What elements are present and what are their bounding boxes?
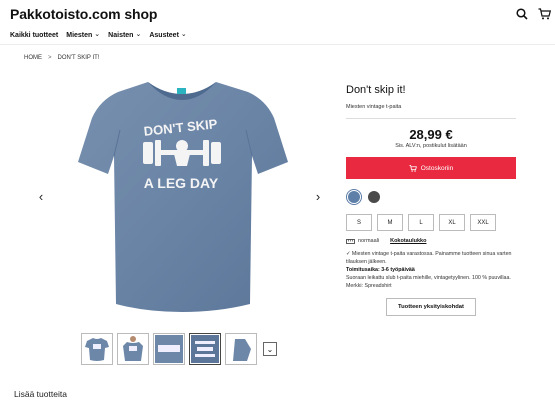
breadcrumb-current: DON'T SKIP IT! — [57, 55, 100, 61]
size-chart-link[interactable]: Kokotaulukko — [390, 238, 426, 244]
breadcrumb-separator: > — [48, 55, 52, 61]
breadcrumb-home[interactable]: HOME — [24, 55, 42, 61]
thumbnail-strip: ⌄ — [81, 333, 277, 365]
size-option-xl[interactable]: XL — [439, 214, 465, 231]
more-products-heading: Lisää tuotteita — [14, 389, 67, 399]
product-subtitle: Miesten vintage t-paita — [346, 104, 402, 110]
nav-item-all-products[interactable]: Kaikki tuotteet — [10, 31, 58, 39]
color-swatch-denim-blue[interactable] — [346, 189, 362, 205]
delivery-time: Toimitusaika: 3-6 työpäivää — [346, 266, 415, 273]
divider — [346, 118, 516, 119]
tax-note: Sis. ALV:n, postikulut lisätään — [395, 143, 467, 149]
fit-label: normaali — [358, 238, 380, 244]
nav-label: Asusteet — [149, 31, 179, 39]
print-text-bottom: A LEG DAY — [144, 175, 219, 191]
description-text: Suoraan leikattu slub t-paita miehille, … — [346, 274, 511, 289]
size-option-xxl[interactable]: XXL — [470, 214, 496, 231]
size-option-s[interactable]: S — [346, 214, 372, 231]
add-to-cart-label: Ostoskoriin — [420, 164, 454, 172]
top-bar: Pakkotoisto.com shop — [0, 0, 555, 30]
product-gallery: ‹ DON'T SKIP A LEG DAY › — [39, 70, 325, 325]
thumbnail-sleeve[interactable] — [225, 333, 257, 365]
size-option-l[interactable]: L — [408, 214, 434, 231]
product-details-button[interactable]: Tuotteen yksityiskohdat — [386, 297, 476, 316]
nav-label: Miesten — [66, 31, 93, 39]
thumbnail-print-design[interactable] — [189, 333, 221, 365]
chevron-down-icon: ⌄ — [180, 31, 187, 38]
size-selector: S M L XL XXL — [346, 214, 516, 231]
thumbnail-front[interactable] — [81, 333, 113, 365]
add-to-cart-button[interactable]: Ostoskoriin — [346, 157, 516, 179]
size-option-m[interactable]: M — [377, 214, 403, 231]
chevron-down-icon: ⌄ — [135, 31, 142, 38]
fit-row: normaali Kokotaulukko — [346, 238, 516, 244]
nav-label: Kaikki tuotteet — [10, 31, 59, 39]
shop-logo[interactable]: Pakkotoisto.com shop — [10, 6, 157, 22]
nav-divider — [0, 44, 555, 45]
next-image-arrow-icon[interactable]: › — [312, 186, 324, 206]
color-selector — [346, 189, 516, 205]
chevron-down-icon[interactable]: ⌄ — [263, 342, 277, 356]
breadcrumb: HOME > DON'T SKIP IT! — [24, 55, 99, 61]
stock-note: ✓ Miesten vintage t-paita varastossa. Pa… — [346, 251, 512, 265]
nav-label: Naisten — [108, 31, 134, 39]
thumbnail-model[interactable] — [117, 333, 149, 365]
cart-icon — [409, 164, 417, 172]
header-icons — [515, 7, 551, 21]
nav-item-men[interactable]: Miesten ⌄ — [66, 31, 100, 39]
product-info: Don't skip it! Miesten vintage t-paita 2… — [346, 84, 516, 316]
ruler-icon — [346, 238, 355, 244]
main-nav: Kaikki tuotteet Miesten ⌄ Naisten ⌄ Asuste… — [10, 31, 187, 39]
product-image: DON'T SKIP A LEG DAY — [78, 82, 288, 312]
product-price: 28,99 € — [409, 127, 453, 142]
nav-item-women[interactable]: Naisten ⌄ — [108, 31, 141, 39]
chevron-down-icon: ⌄ — [94, 31, 101, 38]
cart-icon[interactable] — [537, 7, 551, 21]
search-icon[interactable] — [515, 7, 529, 21]
thumbnail-print-closeup[interactable] — [153, 333, 185, 365]
color-swatch-dark-grey[interactable] — [366, 189, 382, 205]
nav-item-accessories[interactable]: Asusteet ⌄ — [149, 31, 186, 39]
product-title: Don't skip it! — [346, 84, 406, 96]
product-description: ✓ Miesten vintage t-paita varastossa. Pa… — [346, 251, 518, 291]
